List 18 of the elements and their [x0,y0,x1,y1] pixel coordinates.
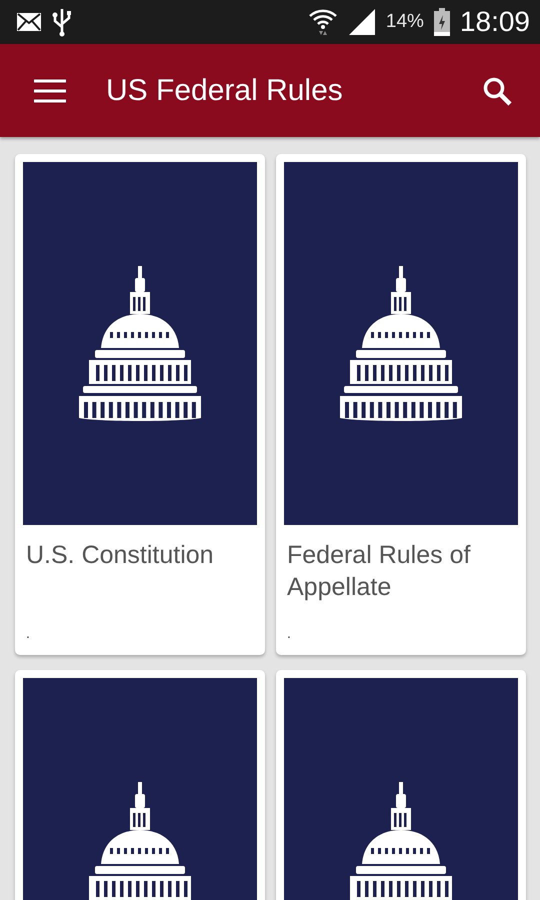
book-card[interactable]: U.S. Constitution . [15,154,265,655]
book-card[interactable]: Federal Rules of Appellate . [276,154,526,655]
capitol-dome-icon [338,266,464,422]
wifi-icon [308,7,338,37]
book-subtitle: . [25,625,31,641]
book-title: U.S. Constitution [25,540,215,571]
book-subtitle: . [286,625,292,641]
menu-icon [34,78,66,102]
clock-time: 18:09 [460,6,530,38]
app-title: US Federal Rules [106,74,344,108]
capitol-dome-icon [77,266,203,422]
usb-icon [52,7,72,37]
search-icon [482,76,512,106]
mail-icon [16,12,42,32]
book-title: Federal Rules of Appellate [286,540,472,603]
battery-charging-icon [434,8,450,36]
battery-percent: 14% [386,11,424,33]
signal-icon [348,8,376,36]
